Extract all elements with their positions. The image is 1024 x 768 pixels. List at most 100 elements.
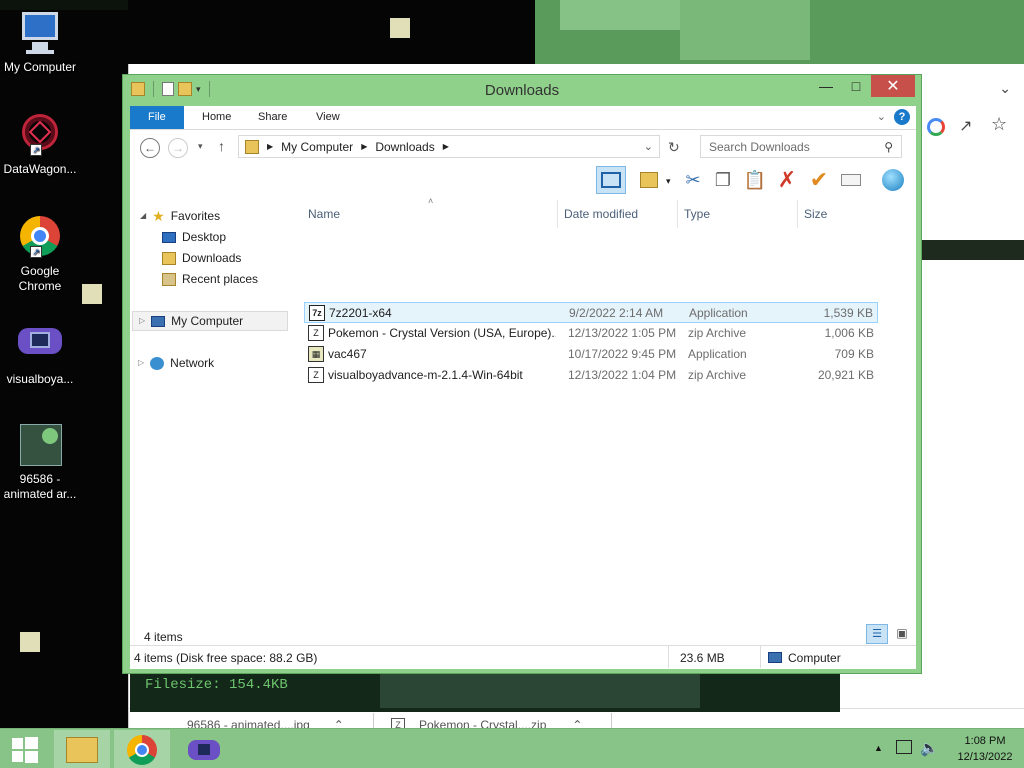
start-button[interactable] bbox=[0, 730, 50, 768]
column-header-size[interactable]: Size bbox=[798, 200, 874, 228]
arrow-right-icon: → bbox=[172, 141, 184, 155]
image-file-icon bbox=[16, 422, 64, 470]
desktop-icon-visualboyadvance[interactable]: visualboya... bbox=[0, 322, 80, 387]
nav-label: Recent places bbox=[182, 272, 259, 286]
cut-icon[interactable]: ✂ bbox=[680, 167, 706, 193]
search-input[interactable]: Search Downloads ⚲ bbox=[700, 135, 902, 158]
desktop-icon-label: My Computer bbox=[3, 60, 77, 74]
ribbon-tabs: File Home Share View ⌄ ? bbox=[130, 106, 916, 130]
clock[interactable]: 1:08 PM 12/13/2022 bbox=[952, 733, 1018, 765]
large-icons-view-icon[interactable]: ▣ bbox=[892, 624, 912, 644]
refresh-icon[interactable]: ↻ bbox=[668, 139, 680, 156]
maximize-button[interactable]: □ bbox=[841, 75, 871, 97]
breadcrumb-item[interactable]: My Computer bbox=[281, 140, 353, 154]
share-icon[interactable]: ↗ bbox=[959, 116, 972, 136]
checkmark-icon[interactable]: ✔ bbox=[806, 167, 832, 193]
taskbar-chrome-button[interactable] bbox=[114, 730, 170, 768]
column-header-date[interactable]: Date modified bbox=[558, 200, 678, 228]
app-icon: ▦ bbox=[308, 346, 324, 362]
address-bar[interactable]: ▶ My Computer ▶ Downloads ▶ ⌄ bbox=[238, 135, 660, 158]
expand-arrow-icon: ◢ bbox=[140, 211, 147, 220]
minimize-button[interactable]: — bbox=[811, 75, 841, 97]
file-type: Application bbox=[689, 306, 748, 320]
show-hidden-icons-icon[interactable]: ▲ bbox=[874, 743, 883, 753]
file-row[interactable]: Z Pokemon - Crystal Version (USA, Europe… bbox=[304, 323, 878, 344]
file-size: 709 KB bbox=[834, 347, 874, 361]
chevron-right-icon[interactable]: ▶ bbox=[443, 142, 449, 151]
google-icon[interactable] bbox=[927, 118, 945, 136]
copy-icon[interactable]: ❐ bbox=[710, 167, 736, 193]
chevron-down-icon[interactable]: ⌄ bbox=[644, 140, 653, 153]
breadcrumb-item[interactable]: Downloads bbox=[375, 140, 434, 154]
divider bbox=[760, 646, 761, 668]
details-view-icon[interactable]: ☰ bbox=[866, 624, 888, 644]
nav-network[interactable]: ▷ Network bbox=[138, 353, 214, 373]
help-icon[interactable]: ? bbox=[894, 109, 910, 125]
shortcut-arrow-icon: ↗ bbox=[30, 246, 42, 258]
chevron-down-icon[interactable]: ⌄ bbox=[877, 110, 886, 123]
forward-button[interactable]: → bbox=[168, 138, 188, 158]
file-type: zip Archive bbox=[688, 368, 747, 382]
desktop-icon-datawagon[interactable]: ↗ DataWagon... bbox=[0, 112, 80, 177]
file-row[interactable]: Z visualboyadvance-m-2.1.4-Win-64bit 12/… bbox=[304, 365, 878, 386]
tab-view[interactable]: View bbox=[302, 106, 354, 129]
column-header-name[interactable]: Name bbox=[302, 200, 558, 228]
arrow-left-icon: ← bbox=[144, 141, 156, 155]
nav-recent-places[interactable]: Recent places bbox=[162, 269, 258, 289]
explorer-window[interactable]: ▾ Downloads — □ ✕ File Home Share View ⌄… bbox=[122, 74, 922, 674]
nav-label: Downloads bbox=[182, 251, 242, 265]
rename-icon[interactable] bbox=[838, 167, 864, 193]
computer-icon bbox=[768, 652, 782, 663]
taskbar-explorer-button[interactable] bbox=[54, 730, 110, 768]
volume-icon[interactable]: 🔈 bbox=[920, 739, 939, 757]
file-name: Pokemon - Crystal Version (USA, Europe).… bbox=[328, 326, 556, 340]
desktop-icon-image-file[interactable]: 96586 - animated ar... bbox=[0, 422, 80, 502]
file-row[interactable]: 7z 7z2201-x64 9/2/2022 2:14 AM Applicati… bbox=[304, 302, 878, 323]
column-header-type[interactable]: Type bbox=[678, 200, 798, 228]
maximize-icon: □ bbox=[851, 78, 861, 94]
bookmark-star-icon[interactable]: ☆ bbox=[991, 114, 1007, 135]
nav-my-computer[interactable]: ▷ My Computer bbox=[132, 311, 288, 331]
desktop-icon-google-chrome[interactable]: ↗ Google Chrome bbox=[0, 214, 80, 294]
file-date: 10/17/2022 9:45 PM bbox=[568, 347, 677, 361]
search-placeholder: Search Downloads bbox=[709, 139, 810, 154]
window-title: Downloads bbox=[484, 82, 560, 99]
nav-label: Favorites bbox=[170, 209, 221, 223]
arrow-up-icon[interactable]: ↑ bbox=[218, 138, 225, 154]
file-size: 1,006 KB bbox=[824, 326, 874, 340]
status-size: 23.6 MB bbox=[680, 651, 725, 665]
chevron-down-icon[interactable]: ▾ bbox=[666, 176, 671, 187]
network-globe-icon[interactable] bbox=[880, 167, 906, 193]
tab-home[interactable]: Home bbox=[188, 106, 245, 129]
window-controls: — □ ✕ bbox=[811, 75, 915, 97]
back-button[interactable]: ← bbox=[140, 138, 160, 158]
file-row[interactable]: ▦ vac467 10/17/2022 9:45 PM Application … bbox=[304, 344, 878, 365]
taskbar-visualboyadvance-button[interactable] bbox=[176, 730, 232, 768]
nav-favorites[interactable]: ◢ ★ Favorites bbox=[140, 206, 220, 226]
tab-share[interactable]: Share bbox=[244, 106, 301, 129]
navigation-pane: ◢ ★ Favorites Desktop Downloads Recent p… bbox=[130, 196, 296, 642]
close-icon: ✕ bbox=[886, 78, 900, 95]
nav-label: My Computer bbox=[171, 314, 244, 328]
paste-icon[interactable]: 📋 bbox=[742, 167, 768, 193]
folder-options-icon[interactable] bbox=[636, 167, 662, 193]
desktop-icon-my-computer[interactable]: My Computer bbox=[0, 10, 80, 75]
chevron-right-icon: ▶ bbox=[267, 142, 274, 151]
close-button[interactable]: ✕ bbox=[871, 75, 915, 97]
recent-locations-icon[interactable]: ▾ bbox=[198, 141, 203, 152]
file-name: 7z2201-x64 bbox=[329, 306, 392, 320]
chrome-icon: ↗ bbox=[16, 214, 64, 262]
nav-desktop[interactable]: Desktop bbox=[162, 227, 226, 247]
chevron-down-icon[interactable]: ⌄ bbox=[999, 80, 1011, 97]
network-status-icon[interactable] bbox=[896, 740, 912, 754]
tab-file[interactable]: File bbox=[130, 106, 184, 129]
delete-icon[interactable]: ✗ bbox=[774, 167, 800, 193]
title-bar[interactable]: ▾ Downloads — □ ✕ bbox=[123, 75, 921, 105]
nav-downloads[interactable]: Downloads bbox=[162, 248, 241, 268]
status-bar: 4 items (Disk free space: 88.2 GB) 23.6 … bbox=[130, 645, 916, 669]
item-count: 4 items bbox=[144, 630, 183, 644]
minimize-icon: — bbox=[819, 78, 833, 94]
preview-pane-icon[interactable] bbox=[596, 166, 626, 194]
divider bbox=[668, 646, 669, 668]
status-location: Computer bbox=[788, 651, 841, 665]
